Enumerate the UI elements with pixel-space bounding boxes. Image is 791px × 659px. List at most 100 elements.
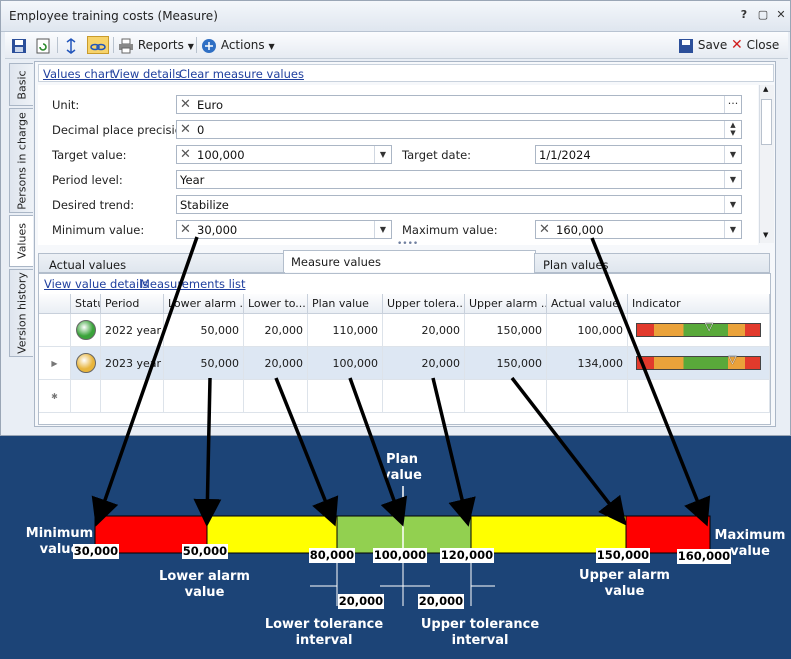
clear-values-link[interactable]: Clear measure values: [179, 67, 304, 81]
column-header[interactable]: Upper tolera...: [383, 294, 465, 314]
grid-cell-period[interactable]: 2022 year: [101, 314, 164, 347]
grid-cell-lower-tol[interactable]: 20,000: [244, 314, 308, 347]
measure-form: Unit: ✕ Euro ··· Decimal place precision…: [38, 85, 758, 249]
grid-cell-upper-alarm[interactable]: 150,000: [465, 347, 547, 380]
grid-cell-lower-alarm[interactable]: 50,000: [164, 347, 244, 380]
column-header[interactable]: Plan value: [308, 294, 383, 314]
spin-icon[interactable]: ▲ ▼: [724, 121, 741, 138]
period-level-select[interactable]: Year ▼: [176, 170, 742, 189]
upper-alarm-label: Upper alarm value: [579, 568, 670, 599]
link-icon-button[interactable]: [87, 36, 109, 54]
tab-persons-in-charge[interactable]: Persons in charge: [9, 108, 33, 213]
column-header[interactable]: Lower alarm ...: [164, 294, 244, 314]
clear-icon[interactable]: ✕: [180, 122, 191, 137]
save-button[interactable]: Save: [678, 36, 727, 54]
expand-icon-button[interactable]: [63, 36, 79, 54]
new-row-cell[interactable]: [465, 380, 547, 413]
reports-menu[interactable]: Reports ▼: [118, 36, 194, 54]
grid-cell-upper-alarm[interactable]: 150,000: [465, 314, 547, 347]
tab-basic[interactable]: Basic: [9, 63, 33, 106]
ellipsis-icon[interactable]: ···: [724, 96, 741, 113]
decimal-stepper[interactable]: ✕ 0 ▲ ▼: [176, 120, 742, 139]
refresh-icon: [36, 38, 50, 53]
clear-icon[interactable]: ✕: [539, 222, 550, 237]
column-header[interactable]: Status: [71, 294, 101, 314]
close-button[interactable]: ✕ Close: [731, 36, 779, 54]
column-header[interactable]: Lower to...: [244, 294, 308, 314]
grid-cell-lower-tol[interactable]: 20,000: [244, 347, 308, 380]
chevron-down-icon[interactable]: ▼: [374, 221, 391, 238]
interval-box: 20,000: [338, 594, 384, 609]
save-icon-button[interactable]: [11, 36, 27, 54]
values-chart-link[interactable]: Values chart: [43, 67, 114, 81]
maximum-value-field[interactable]: ✕ 160,000 ▼: [535, 220, 742, 239]
unit-field[interactable]: ✕ Euro ···: [176, 95, 742, 114]
new-row-cell[interactable]: [71, 380, 101, 413]
grid-cell-indicator-pos[interactable]: ▽: [628, 347, 770, 380]
new-row-cell[interactable]: [383, 380, 465, 413]
actions-menu[interactable]: Actions ▼: [201, 36, 275, 54]
splitter-grip[interactable]: ••••: [397, 239, 418, 249]
grid-cell-period[interactable]: 2023 year: [101, 347, 164, 380]
new-row-cell[interactable]: [244, 380, 308, 413]
chevron-down-icon[interactable]: ▼: [724, 221, 741, 238]
refresh-icon-button[interactable]: [35, 36, 51, 54]
minimum-value-field[interactable]: ✕ 30,000 ▼: [176, 220, 392, 239]
row-selector[interactable]: ▶: [39, 347, 71, 380]
grid-cell-actual[interactable]: 134,000: [547, 347, 628, 380]
new-row-cell[interactable]: [101, 380, 164, 413]
grid-cell-plan[interactable]: 100,000: [308, 347, 383, 380]
maximum-value-label: Maximum value:: [402, 223, 498, 237]
chain-link-icon: [90, 43, 106, 50]
row-selector[interactable]: ✱: [39, 380, 71, 413]
scroll-thumb[interactable]: [761, 99, 772, 145]
chevron-down-icon[interactable]: ▼: [724, 146, 741, 163]
maximize-icon[interactable]: ▢: [755, 8, 771, 24]
new-row-cell[interactable]: [308, 380, 383, 413]
grid-cell-status-color[interactable]: [71, 314, 101, 347]
grid-cell-indicator-pos[interactable]: ▽: [628, 314, 770, 347]
chevron-down-icon: ▼: [187, 42, 194, 51]
tab-plan-values[interactable]: Plan values: [534, 253, 770, 273]
indicator-gauge: ▽: [636, 321, 761, 337]
target-date-field[interactable]: 1/1/2024 ▼: [535, 145, 742, 164]
form-scrollbar[interactable]: ▲ ▼: [759, 85, 774, 243]
new-row-cell[interactable]: [628, 380, 770, 413]
view-details-link[interactable]: View details: [112, 67, 181, 81]
measurements-list-link[interactable]: Measurements list: [140, 277, 246, 291]
tab-measure-values[interactable]: Measure values: [283, 250, 536, 272]
clear-icon[interactable]: ✕: [180, 147, 191, 162]
clear-icon[interactable]: ✕: [180, 222, 191, 237]
chevron-down-icon[interactable]: ▼: [374, 146, 391, 163]
tab-version-history[interactable]: Version history: [9, 269, 33, 357]
grid-cell-plan[interactable]: 110,000: [308, 314, 383, 347]
scroll-down-icon[interactable]: ▼: [763, 231, 768, 239]
view-value-details-link[interactable]: View value details: [44, 277, 148, 291]
chevron-down-icon[interactable]: ▼: [724, 196, 741, 213]
row-selector[interactable]: [39, 314, 71, 347]
scroll-up-icon[interactable]: ▲: [763, 85, 768, 93]
close-window-icon[interactable]: ✕: [773, 8, 789, 24]
target-value-field[interactable]: ✕ 100,000 ▼: [176, 145, 392, 164]
column-header[interactable]: Indicator: [628, 294, 770, 314]
help-icon[interactable]: ?: [736, 8, 752, 24]
grid-cell-upper-tol[interactable]: 20,000: [383, 347, 465, 380]
desired-trend-select[interactable]: Stabilize ▼: [176, 195, 742, 214]
tab-values[interactable]: Values: [9, 215, 33, 267]
new-row-cell[interactable]: [164, 380, 244, 413]
column-header[interactable]: Upper alarm ...: [465, 294, 547, 314]
new-row-cell[interactable]: [547, 380, 628, 413]
tab-actual-values[interactable]: Actual values: [38, 253, 285, 273]
chevron-down-icon[interactable]: ▼: [724, 171, 741, 188]
values-tab-strip: Actual values Measure values Plan values: [38, 250, 770, 273]
row-indicator-header: [39, 294, 71, 314]
grid-cell-lower-alarm[interactable]: 50,000: [164, 314, 244, 347]
grid-cell-actual[interactable]: 100,000: [547, 314, 628, 347]
column-header[interactable]: Period: [101, 294, 164, 314]
vertical-tabs: Basic Persons in charge Values Version h…: [9, 63, 35, 433]
grid-cell-upper-tol[interactable]: 20,000: [383, 314, 465, 347]
upper-tolerance-label: Upper tolerance interval: [420, 617, 540, 648]
grid-cell-status-color[interactable]: [71, 347, 101, 380]
clear-icon[interactable]: ✕: [180, 97, 191, 112]
column-header[interactable]: Actual value: [547, 294, 628, 314]
